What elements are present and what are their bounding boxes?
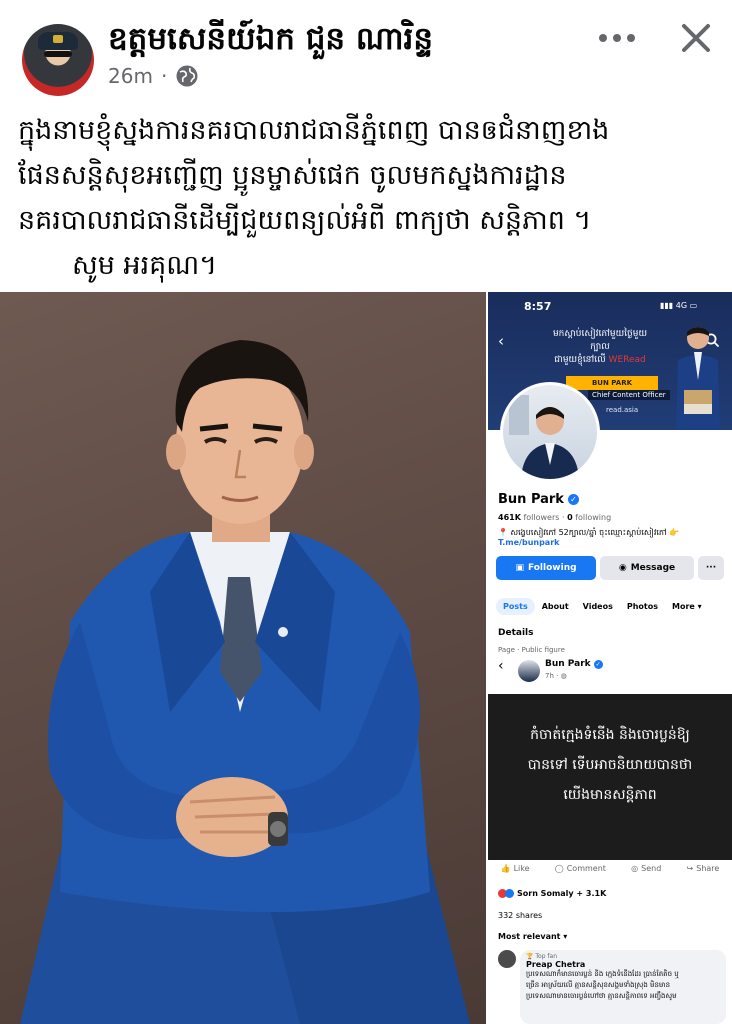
comment-label: Comment: [566, 864, 606, 873]
close-icon[interactable]: [672, 14, 720, 62]
status-bar-icons: ▮▮▮ 4G ▭: [660, 301, 698, 310]
profile-tabs: Posts About Videos Photos More ▾: [496, 598, 709, 615]
send-icon: ◎: [631, 864, 639, 873]
glasses-shape: [44, 51, 72, 57]
send-button[interactable]: ◎ Send: [631, 864, 661, 873]
shared-post-author[interactable]: Bun Park ✓: [545, 659, 603, 669]
post-text-line: នគរបាលរាជធានីដើម្បីជួយពន្យល់អំពី ពាក្យថា…: [18, 205, 592, 236]
globe-icon: [176, 65, 198, 87]
like-button[interactable]: 👍 Like: [501, 864, 530, 873]
following-icon: ▣: [515, 563, 524, 573]
cover-line2: ជាមួយខ្ញុំនៅលើ: [554, 355, 606, 365]
comment-sort-dropdown[interactable]: Most relevant ▾: [498, 932, 567, 941]
like-label: Like: [513, 864, 530, 873]
shared-post-time-text: 7h ·: [545, 672, 561, 680]
more-options-icon[interactable]: [594, 22, 640, 54]
back-chevron-icon[interactable]: ‹: [498, 332, 504, 350]
following-count[interactable]: 0: [567, 513, 573, 522]
tab-more[interactable]: More ▾: [665, 598, 709, 615]
top-fan-badge: 🏆 Top fan: [526, 953, 558, 960]
status-network: 4G: [675, 301, 688, 310]
commenter-avatar[interactable]: [498, 950, 516, 968]
profile-name-text: Bun Park: [498, 492, 564, 507]
verified-icon: ✓: [593, 659, 603, 669]
reaction-love-icon: [505, 889, 514, 898]
following-label-text: Following: [527, 563, 577, 573]
verified-icon: ✓: [567, 494, 579, 505]
portrait-illustration: [20, 340, 470, 1024]
send-label: Send: [641, 864, 662, 873]
shared-post-header: ‹ Bun Park ✓ 7h · ◍: [488, 654, 732, 690]
shared-post-author-text: Bun Park: [545, 659, 591, 669]
message-button[interactable]: ◉ Message: [600, 556, 694, 580]
post-photo-portrait[interactable]: [0, 292, 486, 1024]
following-label: following: [575, 513, 612, 522]
cover-banner: BUN PARK: [566, 376, 658, 390]
cover-person-figure: [676, 327, 720, 430]
post-header: ឧត្តមសេនីយ៍ឯក ជួន ណារិន្ទ 26m ·: [0, 0, 732, 100]
details-title: Details: [498, 628, 534, 638]
post-text-line: ផែនសន្តិសុខអញ្ជើញ ប្អូនម្ចាស់ផេក ចូលមកស្…: [18, 160, 567, 191]
share-button[interactable]: ↪ Share: [687, 864, 720, 873]
shared-post-text-card[interactable]: កំចាត់ក្មេងទំនើង និងចោរប្លន់ឱ្យ បានទៅ ទើ…: [488, 694, 732, 860]
followers-label: followers: [523, 513, 560, 522]
details-sub: Page · Public figure: [498, 646, 565, 654]
message-label-text: Message: [630, 563, 676, 573]
status-time: 8:57: [524, 300, 552, 313]
profile-more-button[interactable]: ···: [698, 556, 724, 580]
comment-text-line: ប្រទេសណាក៏មានចោរប្លន់ និង ក្មេងទំនើងដែរ …: [526, 970, 679, 978]
shared-post-avatar[interactable]: [518, 660, 540, 682]
reactions-text: Sorn Somaly + 3.1K: [517, 889, 607, 898]
author-avatar[interactable]: [22, 24, 94, 96]
profile-picture[interactable]: [500, 382, 600, 482]
following-button[interactable]: ▣ Following: [496, 556, 596, 580]
messenger-icon: ◉: [618, 563, 627, 573]
reactions-summary[interactable]: Sorn Somaly + 3.1K: [498, 889, 606, 898]
post-text: ក្នុងនាមខ្ញុំស្នងការនគរបាលរាជធានីភ្នំពេញ…: [18, 108, 718, 288]
comment-text-line: ប្រទេសណាមានចោរប្លន់ហៅថា គ្មានសន្តិភាពទេ …: [526, 992, 677, 1000]
cover-role: Chief Content Officer: [588, 390, 670, 400]
like-icon: 👍: [500, 864, 511, 873]
post-time[interactable]: 26m: [108, 64, 153, 88]
cover-line1: មកស្តាប់សៀវភៅមួយថ្ងៃមួយក្បាល: [552, 329, 648, 352]
commenter-name[interactable]: Preap Chetra: [526, 960, 720, 969]
cap-badge: [53, 35, 63, 43]
meta-separator: ·: [160, 64, 168, 88]
cover-text: មកស្តាប់សៀវភៅមួយថ្ងៃមួយក្បាល ជាមួយខ្ញុំន…: [548, 328, 652, 367]
tab-posts[interactable]: Posts: [496, 598, 535, 615]
profile-name[interactable]: Bun Park ✓: [498, 492, 579, 507]
tab-about[interactable]: About: [535, 598, 576, 615]
card-line: កំចាត់ក្មេងទំនើង និងចោរប្លន់ឱ្យ: [530, 727, 690, 743]
back-chevron-icon[interactable]: ‹: [498, 658, 504, 674]
comment-text-line: ច្រើន អាស្រ័យលើ គ្មានសន្តិសុខសង្គមទាំងស្…: [526, 981, 671, 989]
tab-photos[interactable]: Photos: [620, 598, 665, 615]
card-line: យើងមានសន្តិភាព: [563, 787, 657, 803]
cover-site: read.asia: [606, 406, 639, 414]
post-meta: 26m ·: [108, 64, 199, 88]
post-text-line: ក្នុងនាមខ្ញុំស្នងការនគរបាលរាជធានីភ្នំពេញ…: [18, 115, 610, 146]
followers-count[interactable]: 461K: [498, 513, 521, 522]
shares-count[interactable]: 332 shares: [498, 911, 542, 920]
share-label: Share: [696, 864, 720, 873]
comment-item: 🏆 Top fan Preap Chetra ប្រទេសណាក៏មានចោរប…: [498, 950, 726, 1024]
profile-picture-figure: [509, 395, 579, 479]
share-icon: ↪: [686, 864, 694, 873]
embedded-phone-screenshot: 8:57 ▮▮▮ 4G ▭ ‹ មកស្តាប់សៀវភៅមួយថ្ងៃមួយក…: [488, 292, 732, 1024]
comment-icon: ◯: [554, 864, 564, 873]
comment-button[interactable]: ◯ Comment: [555, 864, 606, 873]
tab-videos[interactable]: Videos: [576, 598, 620, 615]
post-text-line: សូម អរគុណ។: [72, 250, 218, 281]
cover-line2-wrap: ជាមួយខ្ញុំនៅលើ WERead: [548, 354, 652, 367]
card-line: បានទៅ ទើបអាចនិយាយបានថា: [527, 757, 693, 773]
profile-stats: 461K followers · 0 following: [498, 513, 612, 522]
profile-bio: 📍 សង្ខេបសៀវភៅ 52ក្បាល/ឆ្នាំ ចុះឈ្មោះស្តា…: [498, 528, 680, 537]
post-actions: 👍 Like ◯ Comment ◎ Send ↪ Share: [488, 864, 732, 873]
author-name[interactable]: ឧត្តមសេនីយ៍ឯក ជួន ណារិន្ទ: [108, 20, 433, 65]
comment-bubble[interactable]: 🏆 Top fan Preap Chetra ប្រទេសណាក៏មានចោរប…: [520, 950, 726, 1024]
globe-icon: ◍: [560, 672, 567, 680]
profile-link[interactable]: T.me/bunpark: [498, 538, 559, 547]
shared-post-time: 7h · ◍: [545, 672, 567, 680]
cover-line2-accent: WERead: [608, 355, 646, 365]
